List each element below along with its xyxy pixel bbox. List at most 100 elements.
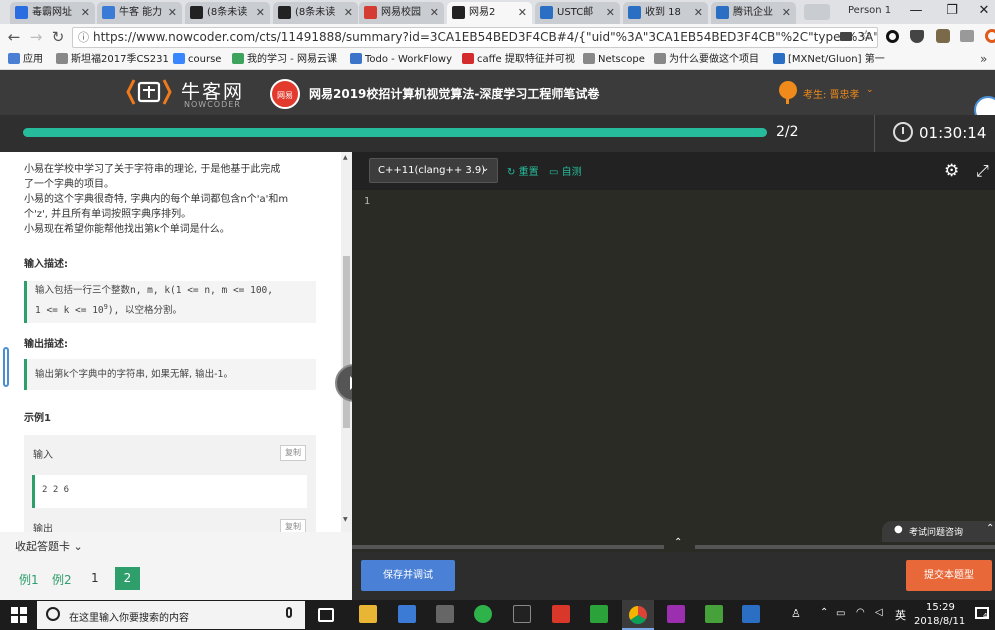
close-tab-icon[interactable]: ✕: [430, 2, 439, 23]
close-tab-icon[interactable]: ✕: [606, 2, 615, 23]
close-tab-icon[interactable]: ✕: [81, 2, 90, 23]
browser-tab[interactable]: 腾讯企业 ✕: [711, 2, 796, 24]
scroll-up-icon[interactable]: ▲: [343, 154, 348, 161]
copy-output-button[interactable]: 复制: [280, 519, 306, 532]
chevron-down-icon[interactable]: ⌄: [866, 85, 874, 95]
answer-card-item[interactable]: 例1: [19, 571, 39, 588]
copy-button[interactable]: 复制: [280, 445, 306, 461]
taskbar-search-box[interactable]: 在这里输入你要搜索的内容: [37, 601, 305, 629]
windows-start-icon[interactable]: [11, 607, 27, 623]
user-avatar[interactable]: [779, 81, 797, 99]
answer-card-item[interactable]: 1: [91, 571, 99, 585]
cast-icon[interactable]: [840, 32, 852, 41]
reload-button[interactable]: ↻: [48, 27, 68, 47]
bookmark-item[interactable]: [MXNet/Gluon] 第一: [773, 52, 885, 68]
maximize-button[interactable]: ❐: [934, 0, 970, 24]
tab-label: USTC邮: [557, 7, 594, 18]
youdao-icon[interactable]: [552, 605, 570, 623]
close-tab-icon[interactable]: ✕: [256, 2, 265, 23]
resize-bar[interactable]: ⌃: [352, 537, 995, 552]
battery-icon[interactable]: ▭: [836, 608, 845, 619]
bookmark-item[interactable]: Todo - WorkFlowy: [350, 52, 452, 68]
app-icon[interactable]: [436, 605, 454, 623]
fullscreen-icon[interactable]: ⤢: [976, 161, 989, 181]
app-icon[interactable]: [667, 605, 685, 623]
notification-icon[interactable]: 4: [975, 607, 989, 620]
extension-icon[interactable]: [936, 29, 950, 43]
pocket-icon[interactable]: [910, 30, 924, 43]
gear-icon[interactable]: ⚙: [944, 161, 959, 181]
user-name[interactable]: 考生: 晋忠孝: [803, 86, 860, 101]
bookmark-item[interactable]: caffe 提取特征并可视: [462, 52, 575, 68]
people-icon[interactable]: ♙: [791, 607, 801, 620]
forward-button[interactable]: →: [26, 27, 46, 47]
clock-date[interactable]: 2018/8/11: [914, 616, 965, 627]
tab-label: 网易2: [469, 7, 496, 18]
close-tab-icon[interactable]: ✕: [694, 2, 703, 23]
app-icon[interactable]: [398, 605, 416, 623]
monitor-icon: ▭: [549, 167, 559, 178]
chevron-up-icon[interactable]: ⌃: [674, 537, 682, 548]
address-bar[interactable]: ⓘ https://www.nowcoder.com/cts/11491888/…: [72, 27, 878, 48]
close-tab-icon[interactable]: ✕: [344, 2, 353, 23]
nowcoder-logo-icon[interactable]: [126, 76, 172, 108]
answer-card-item[interactable]: 例2: [52, 571, 72, 588]
reset-button[interactable]: ↻ 重置: [507, 163, 539, 178]
app-icon[interactable]: [742, 605, 760, 623]
new-tab-button[interactable]: [804, 4, 830, 20]
browser-tab[interactable]: 网易2 ✕: [447, 2, 532, 24]
browser-tab[interactable]: 收到 18 ✕: [623, 2, 708, 24]
bookmark-item[interactable]: Netscope: [583, 52, 645, 68]
close-tab-icon[interactable]: ✕: [168, 2, 177, 23]
file-explorer-icon[interactable]: [359, 605, 377, 623]
task-view-icon[interactable]: [318, 608, 334, 622]
browser-tab[interactable]: 牛客 能力 ✕: [97, 2, 182, 24]
app-icon[interactable]: [590, 605, 608, 623]
code-editor[interactable]: 1 ● 考试问题咨询 ⌃: [352, 190, 995, 542]
volume-icon[interactable]: ◁: [875, 607, 883, 618]
app-icon[interactable]: [513, 605, 531, 623]
answer-card: 收起答题卡 ⌄ 例1 例2 1 2: [0, 532, 352, 600]
scroll-down-icon[interactable]: ▼: [343, 516, 348, 523]
bookmark-item[interactable]: 应用: [8, 52, 43, 68]
answer-card-item[interactable]: 2: [115, 567, 140, 590]
close-tab-icon[interactable]: ✕: [518, 2, 527, 23]
help-chat-button[interactable]: ● 考试问题咨询 ⌃: [882, 521, 995, 542]
browser-tab[interactable]: (8条未读 ✕: [273, 2, 358, 24]
minimize-button[interactable]: —: [898, 0, 934, 24]
extension-circle-icon[interactable]: [886, 30, 899, 43]
close-window-button[interactable]: ✕: [966, 0, 995, 24]
save-debug-button[interactable]: 保存并调试: [361, 560, 455, 591]
bookmark-star-icon[interactable]: ☆: [860, 28, 873, 44]
tray-chevron-icon[interactable]: ⌃: [820, 607, 828, 618]
browser-tab[interactable]: USTC邮 ✕: [535, 2, 620, 24]
bookmark-item[interactable]: course: [173, 52, 221, 68]
submit-button[interactable]: 提交本题型: [906, 560, 992, 591]
media-player-icon[interactable]: [474, 605, 492, 623]
ime-indicator[interactable]: 英: [895, 607, 906, 623]
site-header: 牛客网 NOWCODER 网易 网易2019校招计算机视觉算法-深度学习工程师笔…: [0, 70, 995, 115]
browser-tab[interactable]: 毒霸网址 ✕: [10, 2, 95, 24]
browser-tab[interactable]: 网易校园 ✕: [359, 2, 444, 24]
extension-icon[interactable]: [985, 29, 995, 43]
scrollbar[interactable]: ▲ ▼: [341, 152, 352, 532]
back-button[interactable]: ←: [4, 27, 24, 47]
close-tab-icon[interactable]: ✕: [782, 2, 791, 23]
bookmark-item[interactable]: 为什么要做这个项目: [654, 52, 759, 68]
collapse-card-toggle[interactable]: 收起答题卡 ⌄: [15, 538, 83, 554]
extension-icon[interactable]: [960, 30, 974, 42]
selftest-button[interactable]: ▭ 自测: [549, 163, 582, 178]
microphone-icon[interactable]: [286, 607, 292, 618]
clock-time[interactable]: 15:29: [926, 602, 955, 613]
wifi-icon[interactable]: ◠: [856, 607, 865, 618]
terminal-icon: [452, 6, 465, 19]
bookmark-item[interactable]: 我的学习 - 网易云课: [232, 52, 337, 68]
bookmark-item[interactable]: 斯坦福2017季CS231: [56, 52, 169, 68]
language-select[interactable]: C++11(clang++ 3.9) ⌄: [369, 158, 498, 183]
browser-tab[interactable]: (8条未读 ✕: [185, 2, 270, 24]
example-input-label: 输入: [33, 450, 53, 461]
profile-name[interactable]: Person 1: [848, 5, 891, 16]
bookmarks-more-button[interactable]: »: [980, 52, 987, 66]
app-icon[interactable]: [705, 605, 723, 623]
chrome-taskbar-item[interactable]: [622, 600, 654, 630]
